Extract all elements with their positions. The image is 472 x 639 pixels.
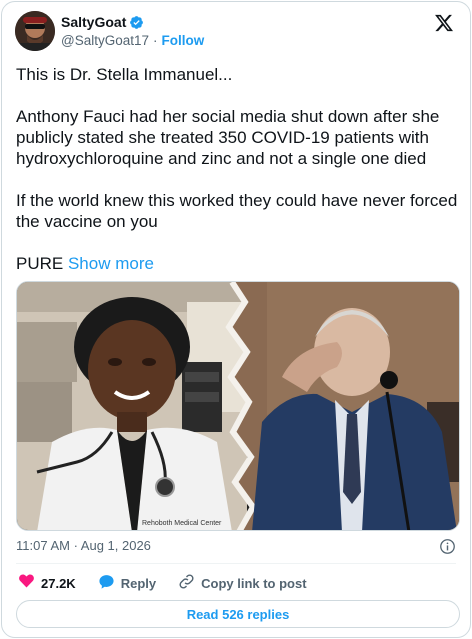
read-replies-button[interactable]: Read 526 replies — [16, 600, 460, 628]
tweet-card: SaltyGoat @SaltyGoat17 · Follow This is … — [1, 1, 471, 638]
like-count: 27.2K — [41, 575, 76, 591]
name-row: SaltyGoat — [61, 14, 144, 30]
divider — [16, 563, 456, 564]
show-more-link[interactable]: Show more — [68, 254, 154, 273]
tweet-line-4: PURE Show more — [16, 253, 460, 274]
tweet-media-image[interactable]: Rehoboth Medical Center — [16, 281, 460, 531]
verified-badge-icon — [129, 15, 144, 30]
copy-link-button[interactable]: Copy link to post — [178, 573, 307, 593]
copy-link-label: Copy link to post — [201, 575, 307, 591]
info-icon[interactable] — [439, 538, 456, 555]
tweet-line-3: If the world knew this worked they could… — [16, 191, 463, 231]
x-logo-icon[interactable] — [434, 13, 454, 33]
reply-button[interactable]: Reply — [98, 573, 156, 593]
coat-text: Rehoboth Medical Center — [142, 520, 222, 527]
separator: · — [153, 33, 158, 48]
like-button[interactable]: 27.2K — [18, 573, 76, 593]
reply-icon — [98, 573, 115, 593]
reply-label: Reply — [120, 575, 157, 591]
link-icon — [178, 573, 195, 593]
tweet-last-prefix: PURE — [16, 254, 64, 273]
handle[interactable]: @SaltyGoat17 — [61, 33, 149, 48]
tweet-text: This is Dr. Stella Immanuel... Anthony F… — [16, 64, 460, 274]
tweet-line-1: This is Dr. Stella Immanuel... — [16, 65, 233, 84]
read-replies-label: Read 526 replies — [186, 606, 290, 622]
display-name[interactable]: SaltyGoat — [61, 14, 126, 30]
timestamp-row: 11:07 AM · Aug 1, 2026 — [16, 538, 456, 556]
avatar[interactable] — [15, 11, 55, 51]
tweet-header: SaltyGoat @SaltyGoat17 · Follow — [15, 11, 458, 55]
heart-icon — [18, 573, 35, 593]
tweet-line-2: Anthony Fauci had her social media shut … — [16, 107, 445, 168]
handle-row: @SaltyGoat17 · Follow — [61, 33, 204, 48]
action-bar: 27.2K Reply Copy link to post — [18, 573, 329, 593]
timestamp[interactable]: 11:07 AM · Aug 1, 2026 — [16, 538, 151, 553]
follow-button[interactable]: Follow — [162, 33, 205, 48]
